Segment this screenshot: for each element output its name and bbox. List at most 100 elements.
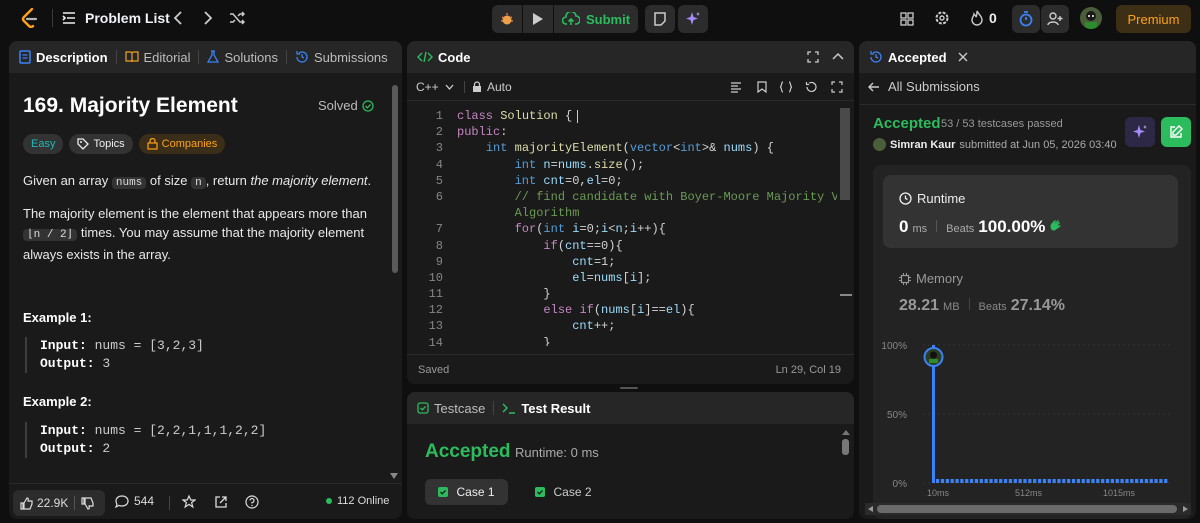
- comments-button[interactable]: 544: [115, 494, 154, 508]
- p1-text-a: Given an array: [23, 173, 112, 188]
- line-number: 14: [428, 335, 443, 346]
- description-scrollbar[interactable]: [392, 85, 398, 273]
- leetcode-logo-icon[interactable]: [20, 8, 40, 28]
- code-line: // find candidate with Boyer-Moore Major…: [457, 189, 837, 204]
- problem-list-link[interactable]: Problem List: [85, 10, 170, 26]
- ai-analyze-button[interactable]: [1125, 117, 1155, 147]
- test-scrollbar[interactable]: [842, 439, 849, 455]
- code-tab[interactable]: Code: [407, 50, 479, 65]
- close-icon[interactable]: [958, 52, 968, 62]
- horizontal-scroll-thumb[interactable]: [877, 505, 1177, 513]
- example-2-block: Input: nums = [2,2,1,1,1,2,2] Output: 2: [25, 422, 266, 458]
- runtime-beats: 100.00%: [978, 217, 1046, 236]
- distribution-bar: [1076, 479, 1081, 483]
- fullscreen-icon[interactable]: [831, 81, 843, 93]
- timer-button[interactable]: [1012, 5, 1040, 33]
- star-icon[interactable]: [182, 495, 196, 509]
- tab-solutions[interactable]: Solutions: [199, 50, 285, 65]
- format-icon[interactable]: [730, 81, 742, 93]
- run-button[interactable]: [523, 5, 553, 33]
- distribution-bar: [1149, 479, 1153, 483]
- shuffle-icon[interactable]: [229, 10, 245, 26]
- tab-description[interactable]: Description: [9, 50, 116, 65]
- distribution-bar: [965, 479, 969, 483]
- topics-label: Topics: [93, 138, 125, 150]
- scroll-down-arrow-icon[interactable]: [390, 473, 398, 479]
- braces-icon[interactable]: [779, 81, 793, 93]
- chevron-right-icon[interactable]: [202, 11, 214, 25]
- scroll-up-arrow-icon[interactable]: [842, 430, 850, 435]
- description-footer: 22.9K 544 112 Online: [9, 483, 402, 519]
- scroll-left-arrow-icon[interactable]: [868, 506, 873, 512]
- description-panel: Description Editorial Solutions Submissi…: [9, 41, 402, 519]
- code-editor[interactable]: 1 2 3 4 5 6 7 8 9 10 11 12 13 14 class Solution {publ…: [407, 108, 837, 346]
- horizontal-scrollbar[interactable]: [865, 503, 1191, 515]
- tab-test-result[interactable]: Test Result: [494, 401, 598, 416]
- add-friend-button[interactable]: [1041, 5, 1069, 33]
- tab-testcase[interactable]: Testcase: [407, 401, 493, 416]
- tab-submissions[interactable]: Submissions: [287, 50, 396, 65]
- memory-section[interactable]: Memory 28.21 MB Beats 27.14%: [883, 257, 1178, 327]
- notes-button[interactable]: [645, 5, 675, 33]
- edit-notes-button[interactable]: [1161, 117, 1191, 147]
- like-button[interactable]: 22.9K: [13, 496, 68, 510]
- distribution-bar: [1042, 479, 1047, 483]
- reset-icon[interactable]: [805, 81, 817, 93]
- auto-mode[interactable]: Auto: [472, 80, 512, 94]
- difficulty-badge[interactable]: Easy: [23, 134, 64, 154]
- distribution-bar: [974, 479, 979, 483]
- chevron-left-icon[interactable]: [172, 11, 184, 25]
- thumbs-down-icon[interactable]: [81, 496, 94, 510]
- p2-text-c: always exists in the array.: [23, 247, 171, 262]
- runtime-beats-label: Beats: [946, 223, 975, 235]
- distribution-bar: [1125, 479, 1129, 483]
- avatar[interactable]: [1080, 7, 1102, 29]
- list-icon[interactable]: [62, 11, 76, 25]
- solved-indicator: Solved: [318, 98, 374, 113]
- auto-label: Auto: [487, 80, 512, 94]
- gear-icon[interactable]: [934, 10, 950, 26]
- solved-label: Solved: [318, 98, 358, 113]
- runtime-card[interactable]: Runtime 0 ms Beats 100.00%: [883, 175, 1178, 248]
- code-line: cnt=1;: [572, 254, 616, 269]
- help-icon[interactable]: [245, 495, 259, 509]
- language-select[interactable]: C++: [416, 80, 454, 94]
- debug-button[interactable]: [492, 5, 522, 33]
- ai-assist-button[interactable]: [678, 5, 708, 33]
- vertical-resize-handle[interactable]: [620, 387, 638, 389]
- topics-badge[interactable]: Topics: [69, 134, 133, 154]
- share-icon[interactable]: [214, 495, 228, 509]
- user-avatar[interactable]: [873, 138, 886, 151]
- premium-button[interactable]: Premium: [1116, 5, 1191, 33]
- distribution-bar: [1008, 479, 1013, 483]
- code-line: int n=nums.size();: [514, 157, 645, 172]
- tab-accepted[interactable]: Accepted: [859, 50, 976, 65]
- distribution-bar: [1003, 479, 1008, 483]
- case-1-tab[interactable]: Case 1: [425, 479, 508, 505]
- tab-editorial[interactable]: Editorial: [117, 50, 199, 65]
- line-number: 3: [435, 141, 443, 156]
- code-scrollbar[interactable]: [840, 108, 850, 200]
- bookmark-icon[interactable]: [757, 81, 767, 93]
- distribution-bar: [1159, 479, 1163, 483]
- code-header: Code: [407, 41, 854, 73]
- all-submissions-link[interactable]: All Submissions: [868, 79, 980, 94]
- user-name[interactable]: Simran Kaur: [890, 139, 955, 151]
- distribution-bar: [955, 479, 959, 483]
- collapse-up-icon[interactable]: [832, 51, 844, 63]
- distribution-bar: [969, 479, 974, 483]
- companies-badge[interactable]: Companies: [138, 134, 226, 154]
- flame-icon[interactable]: [969, 10, 985, 26]
- runtime-value: 0: [899, 217, 909, 236]
- runtime-distribution-chart[interactable]: 100%50%0%10ms512ms1015ms1517ms: [873, 337, 1183, 513]
- flask-icon: [207, 50, 220, 63]
- p1-text-b: of size: [146, 173, 192, 188]
- memory-value: 28.21: [899, 297, 940, 314]
- case-2-tab[interactable]: Case 2: [522, 479, 605, 505]
- scroll-right-arrow-icon[interactable]: [1183, 506, 1188, 512]
- layout-icon[interactable]: [899, 11, 915, 27]
- submit-button[interactable]: Submit: [554, 5, 638, 33]
- code-line: Algorithm: [457, 206, 580, 221]
- case-2-label: Case 2: [553, 485, 592, 499]
- expand-icon[interactable]: [807, 51, 819, 63]
